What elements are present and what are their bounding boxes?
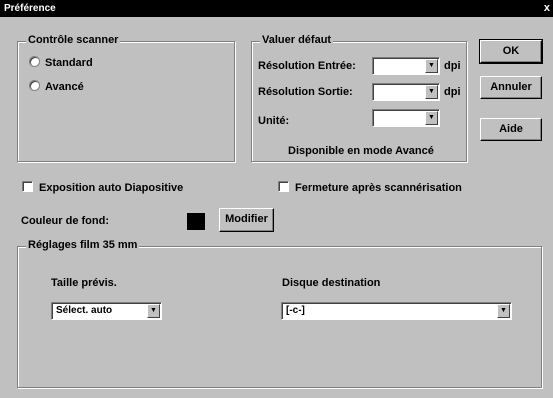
window-title: Préférence — [4, 3, 56, 14]
unit-select[interactable]: ▼ — [372, 109, 440, 127]
destination-select[interactable]: [-c-] ▼ — [281, 302, 512, 320]
input-resolution-unit: dpi — [444, 60, 461, 72]
output-resolution-label: Résolution Sortie: — [258, 86, 353, 98]
auto-exposure-checkbox[interactable]: Exposition auto Diapositive — [22, 181, 183, 194]
scanner-control-title: Contrôle scanner — [26, 34, 121, 46]
radio-advanced[interactable]: Avancé — [29, 80, 84, 93]
radio-standard-icon[interactable] — [29, 56, 40, 67]
cancel-button[interactable]: Annuler — [480, 76, 542, 99]
radio-standard-label: Standard — [45, 57, 93, 69]
title-bar: Préférence x — [0, 0, 553, 17]
close-after-scan-label: Fermeture après scannérisation — [295, 182, 462, 194]
unit-label: Unité: — [258, 115, 290, 127]
preferences-dialog: Contrôle scanner Standard Avancé Valuer … — [0, 17, 553, 398]
film-settings-title: Réglages film 35 mm — [26, 239, 140, 251]
default-values-title: Valuer défaut — [260, 34, 334, 46]
chevron-down-icon[interactable]: ▼ — [497, 304, 510, 318]
auto-exposure-label: Exposition auto Diapositive — [39, 182, 184, 194]
background-color-swatch — [187, 213, 205, 230]
close-after-scan-checkbox-box[interactable] — [278, 181, 289, 192]
chevron-down-icon[interactable]: ▼ — [147, 304, 160, 318]
input-resolution-label: Résolution Entrée: — [258, 60, 356, 72]
preview-size-label: Taille prévis. — [51, 277, 117, 289]
destination-label: Disque destination — [282, 277, 381, 289]
close-after-scan-checkbox[interactable]: Fermeture après scannérisation — [278, 181, 462, 194]
output-resolution-select[interactable]: ▼ — [372, 83, 440, 101]
chevron-down-icon[interactable]: ▼ — [425, 111, 438, 125]
radio-advanced-icon[interactable] — [29, 80, 40, 91]
ok-button[interactable]: OK — [479, 39, 543, 64]
radio-standard[interactable]: Standard — [29, 56, 93, 69]
help-button[interactable]: Aide — [480, 118, 542, 141]
input-resolution-select[interactable]: ▼ — [372, 57, 440, 75]
radio-advanced-label: Avancé — [45, 81, 84, 93]
preview-size-value: Sélect. auto — [56, 305, 113, 316]
modify-button[interactable]: Modifier — [219, 208, 274, 232]
chevron-down-icon[interactable]: ▼ — [425, 85, 438, 99]
close-icon[interactable]: x — [544, 2, 550, 14]
destination-value: [-c-] — [286, 305, 305, 316]
background-color-label: Couleur de fond: — [21, 215, 109, 227]
advanced-mode-note: Disponible en mode Avancé — [288, 145, 434, 157]
auto-exposure-checkbox-box[interactable] — [22, 181, 33, 192]
chevron-down-icon[interactable]: ▼ — [425, 59, 438, 73]
preview-size-select[interactable]: Sélect. auto ▼ — [51, 302, 162, 320]
output-resolution-unit: dpi — [444, 86, 461, 98]
